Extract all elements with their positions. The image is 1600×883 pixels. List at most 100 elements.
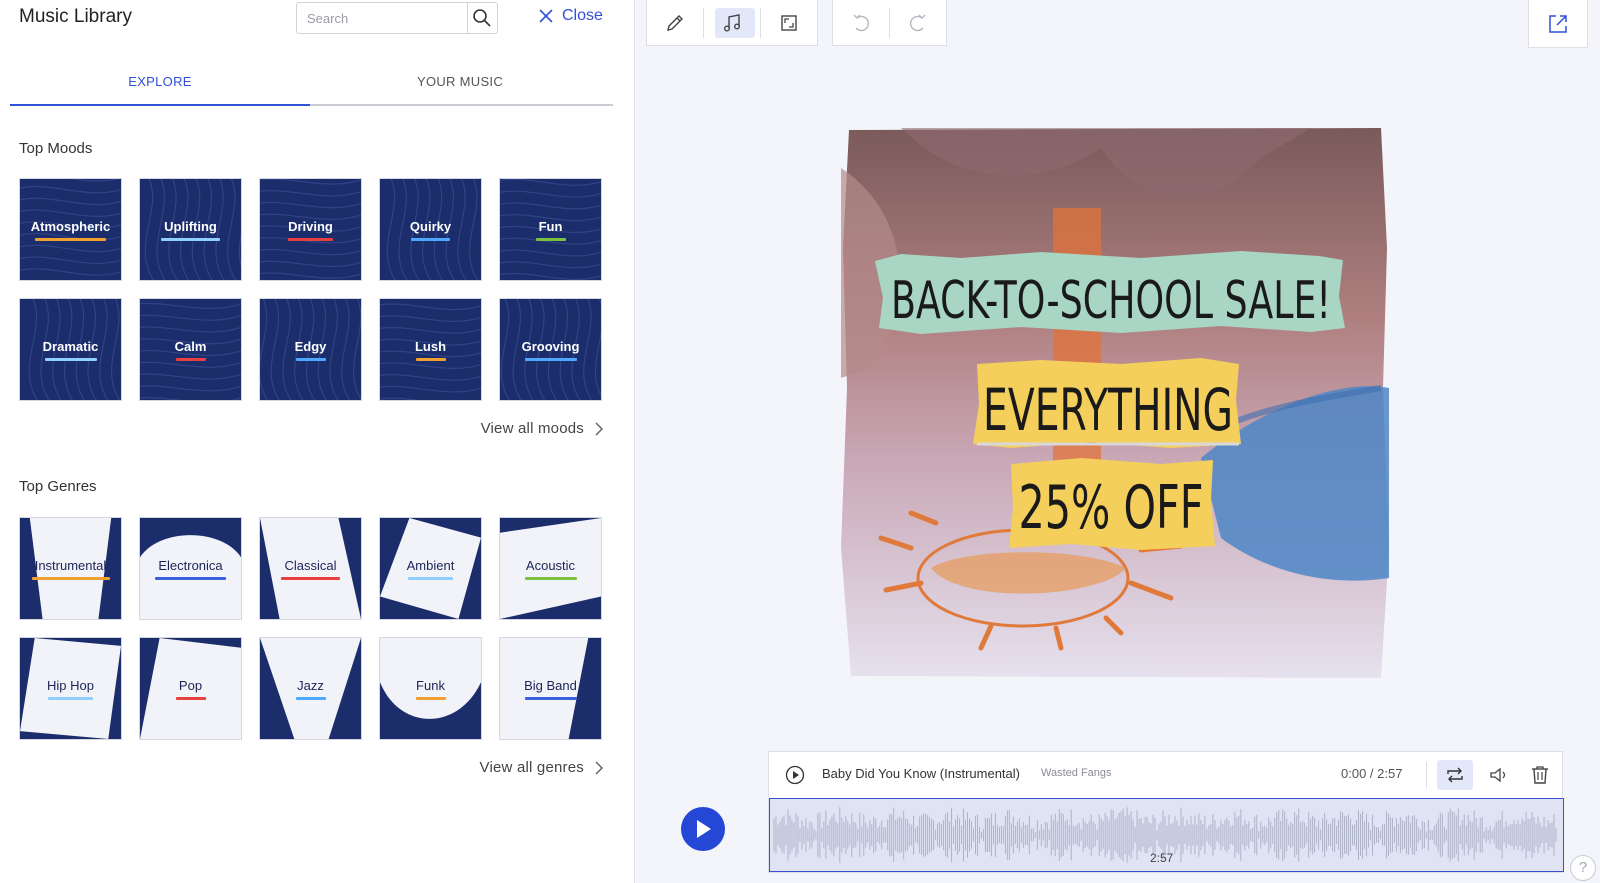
mood-tile-uplifting[interactable]: Uplifting [139, 178, 242, 281]
mood-tile-driving[interactable]: Driving [259, 178, 362, 281]
mood-tile-label: Calm [174, 338, 207, 354]
search-icon[interactable] [471, 7, 493, 29]
mood-tile-accent-line [411, 237, 450, 241]
genre-tile-ambient[interactable]: Ambient [379, 517, 482, 620]
mood-tile-accent-line [175, 357, 206, 361]
genre-tile-label: Big Band [524, 677, 577, 693]
history-toolbar [832, 0, 947, 46]
genre-tile-pop[interactable]: Pop [139, 637, 242, 740]
genre-tile-accent-line [175, 696, 206, 700]
player-divider [1426, 762, 1427, 788]
mood-tile-label: Uplifting [164, 218, 217, 234]
resize-tool-button[interactable] [761, 0, 817, 46]
tab-explore[interactable]: EXPLORE [10, 74, 310, 89]
mood-tile-fun[interactable]: Fun [499, 178, 602, 281]
genre-tile-hip-hop[interactable]: Hip Hop [19, 637, 122, 740]
waveform-timeline[interactable]: 2:57 [769, 798, 1564, 872]
genre-tile-label: Hip Hop [47, 677, 94, 693]
close-icon [539, 9, 553, 23]
genre-tile-accent-line [47, 696, 94, 700]
genre-tile-accent-line [31, 576, 110, 580]
play-button[interactable] [681, 807, 725, 851]
library-tabs: EXPLORE YOUR MUSIC [10, 62, 613, 106]
search-divider [467, 3, 468, 33]
genre-tile-label: Electronica [158, 557, 223, 573]
chevron-right-icon [595, 421, 604, 436]
genre-tile-jazz[interactable]: Jazz [259, 637, 362, 740]
genre-tile-funk[interactable]: Funk [379, 637, 482, 740]
genre-tile-instrumental[interactable]: Instrumental [19, 517, 122, 620]
play-icon [697, 820, 711, 838]
mood-tile-atmospheric[interactable]: Atmospheric [19, 178, 122, 281]
mood-tile-calm[interactable]: Calm [139, 298, 242, 401]
view-all-genres-label: View all genres [479, 759, 584, 776]
track-info-bar: Baby Did You Know (Instrumental) Wasted … [769, 752, 1562, 798]
redo-button[interactable] [890, 0, 946, 46]
mood-tile-grooving[interactable]: Grooving [499, 298, 602, 401]
volume-button[interactable] [1485, 762, 1511, 788]
waveform-duration: 2:57 [1150, 851, 1174, 865]
genre-tile-label: Jazz [297, 677, 324, 693]
redo-icon [909, 14, 926, 31]
mood-tile-accent-line [415, 357, 446, 361]
share-button[interactable] [1528, 0, 1588, 48]
view-all-moods-link[interactable]: View all moods [481, 420, 604, 437]
active-tab-indicator [10, 104, 310, 106]
genre-tile-big-band[interactable]: Big Band [499, 637, 602, 740]
genre-tile-accent-line [407, 576, 454, 580]
resize-icon [781, 14, 797, 31]
genre-tile-accent-line [524, 576, 577, 580]
audio-track-player: Baby Did You Know (Instrumental) Wasted … [768, 751, 1564, 873]
share-icon [1549, 14, 1567, 33]
mood-tile-accent-line [34, 237, 107, 241]
music-library-panel: Music Library Close EXPLORE YOUR MUSIC T… [0, 0, 635, 883]
poster-line-2: EVERYTHING [983, 376, 1233, 444]
moods-grid: Atmospheric Uplifting Driving Quirky Fun Dram… [19, 178, 602, 401]
mood-tile-label: Quirky [409, 218, 452, 234]
delete-track-button[interactable] [1527, 762, 1553, 788]
undo-button[interactable] [833, 0, 889, 46]
genre-tile-accent-line [281, 576, 340, 580]
draw-tool-button[interactable] [647, 0, 703, 46]
track-title: Baby Did You Know (Instrumental) [822, 766, 1020, 781]
loop-button[interactable] [1437, 760, 1473, 790]
mood-tile-lush[interactable]: Lush [379, 298, 482, 401]
mood-tile-dramatic[interactable]: Dramatic [19, 298, 122, 401]
genre-tile-label: Pop [178, 677, 203, 693]
genres-grid: Instrumental Electronica Classical Ambient A… [19, 517, 602, 740]
poster-line-3: 25% OFF [1019, 473, 1204, 543]
genre-tile-label: Acoustic [525, 557, 576, 573]
genre-tile-label: Ambient [406, 557, 455, 573]
music-tool-button[interactable] [704, 0, 760, 46]
mood-tile-label: Fun [538, 218, 563, 234]
volume-icon [1490, 767, 1506, 783]
mood-tile-accent-line [161, 237, 220, 241]
mood-tile-label: Edgy [294, 338, 327, 354]
tab-your-music[interactable]: YOUR MUSIC [310, 74, 610, 89]
close-button[interactable]: Close [538, 7, 603, 25]
genre-tile-acoustic[interactable]: Acoustic [499, 517, 602, 620]
mood-tile-accent-line [295, 357, 326, 361]
pencil-icon [667, 14, 683, 31]
search-input[interactable] [297, 3, 467, 33]
trash-icon [1532, 766, 1548, 784]
genre-tile-label: Classical [284, 557, 337, 573]
view-all-genres-link[interactable]: View all genres [480, 759, 604, 776]
track-play-icon[interactable] [785, 765, 805, 785]
genre-tile-electronica[interactable]: Electronica [139, 517, 242, 620]
mood-tile-label: Driving [288, 218, 333, 234]
close-label: Close [562, 7, 603, 24]
genre-tile-classical[interactable]: Classical [259, 517, 362, 620]
poster-line-1: BACK-TO-SCHOOL SALE! [891, 271, 1331, 331]
mood-tile-edgy[interactable]: Edgy [259, 298, 362, 401]
help-button[interactable]: ? [1570, 855, 1596, 881]
moods-section-title: Top Moods [19, 140, 93, 157]
genres-section-title: Top Genres [19, 478, 97, 495]
mood-tile-quirky[interactable]: Quirky [379, 178, 482, 281]
genre-tile-label: Funk [416, 677, 445, 693]
genre-tile-label: Instrumental [34, 557, 107, 573]
mood-tile-accent-line [535, 237, 566, 241]
mood-tile-label: Lush [414, 338, 447, 354]
design-canvas[interactable]: BACK-TO-SCHOOL SALE! EVERYTHING 25% OFF [841, 128, 1391, 680]
track-artist: Wasted Fangs [1041, 767, 1112, 779]
